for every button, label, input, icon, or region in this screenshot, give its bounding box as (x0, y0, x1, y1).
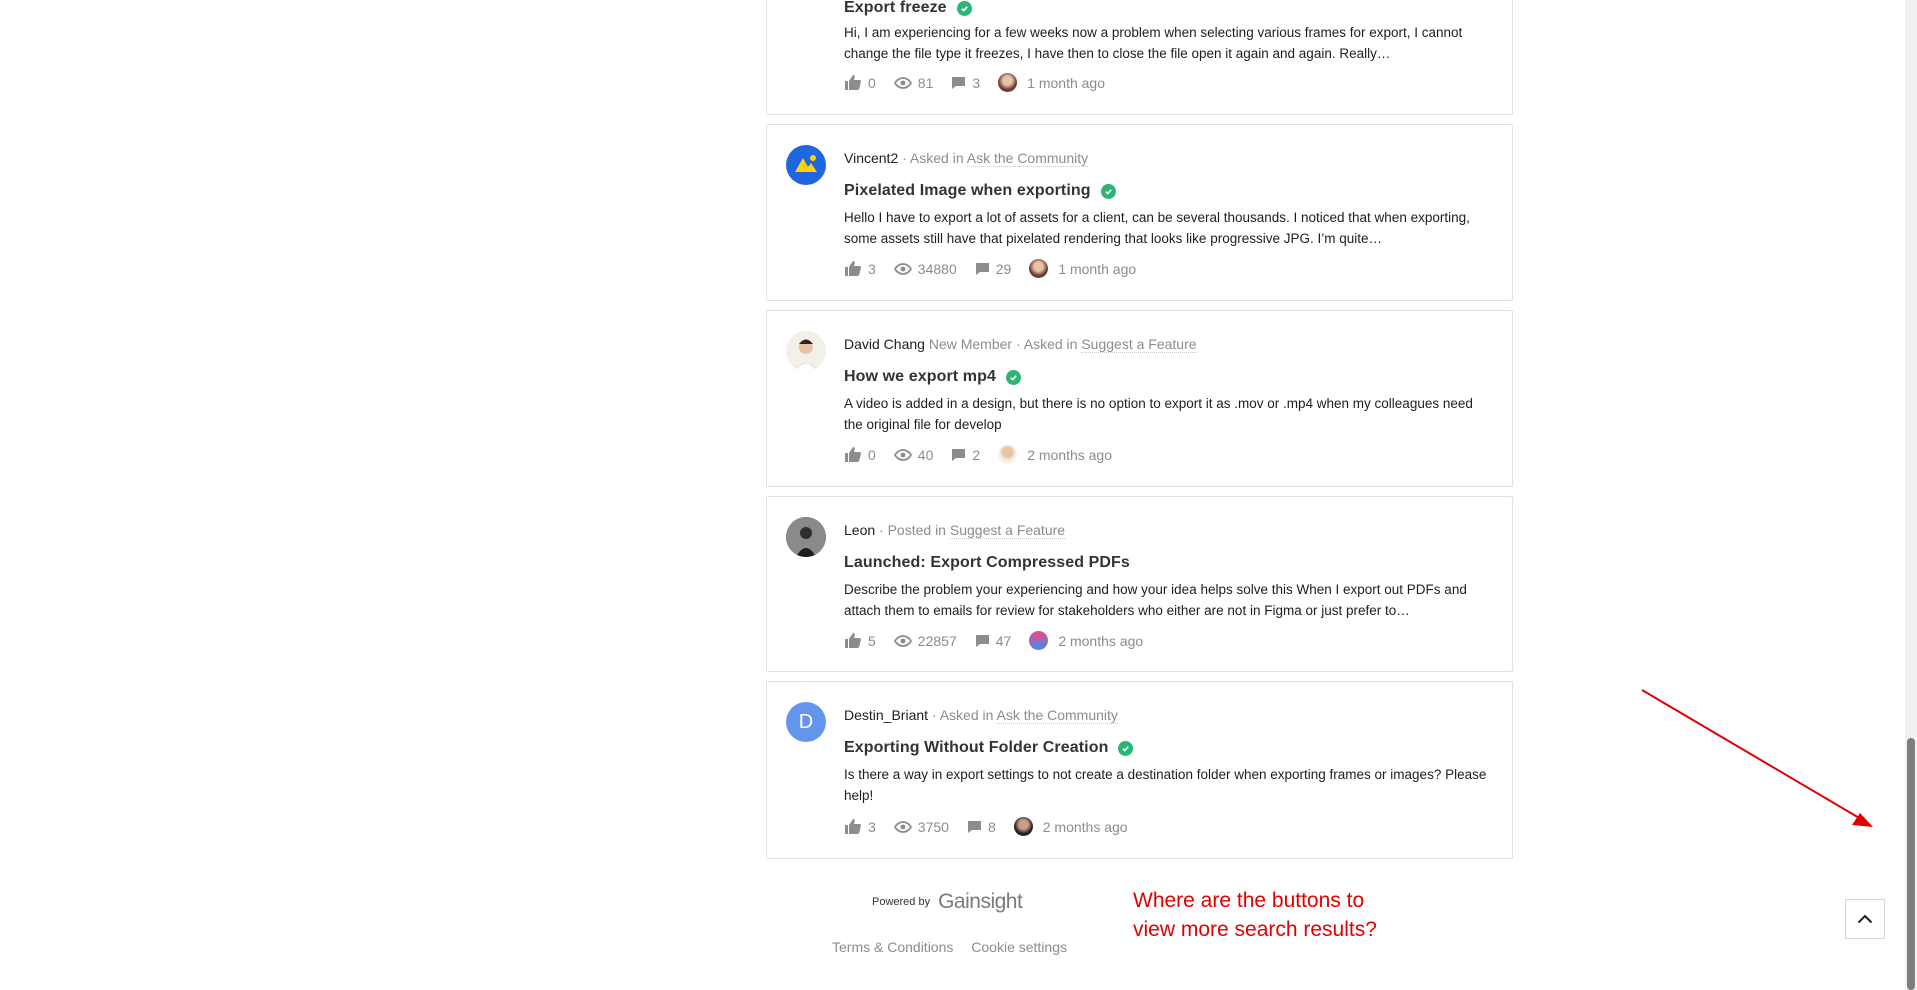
list-item[interactable]: David Chang New Member · Asked in Sugges… (766, 310, 1513, 487)
eye-icon (893, 262, 912, 275)
post-title[interactable]: Launched: Export Compressed PDFs (844, 554, 1130, 572)
post-stats: 3 34880 29 1 month ago (844, 259, 1136, 278)
solved-checkmark-icon (1100, 183, 1116, 199)
comment-icon (967, 820, 981, 833)
likes-stat[interactable]: 3 (844, 818, 876, 835)
post-meta: Vincent2 · Asked in Ask the Community (844, 150, 1089, 167)
chevron-up-icon (1857, 914, 1873, 924)
author-name[interactable]: Destin_Briant (844, 707, 928, 723)
views-stat: 22857 (893, 633, 957, 649)
post-meta: David Chang New Member · Asked in Sugges… (844, 336, 1197, 353)
eye-icon (893, 820, 912, 833)
footer-links: Terms & Conditions Cookie settings (832, 939, 1081, 955)
views-stat: 40 (893, 447, 933, 463)
views-stat: 34880 (893, 261, 957, 277)
scrollbar[interactable] (1905, 0, 1917, 990)
likes-stat[interactable]: 5 (844, 632, 876, 649)
author-avatar[interactable] (786, 331, 826, 371)
comments-stat: 2 (951, 447, 980, 463)
eye-icon (893, 634, 912, 647)
post-meta: Leon · Posted in Suggest a Feature (844, 522, 1066, 539)
post-time: 1 month ago (1027, 74, 1106, 91)
cookie-settings-link[interactable]: Cookie settings (971, 939, 1067, 955)
post-excerpt: A video is added in a design, but there … (844, 396, 1473, 432)
post-meta: Destin_Briant · Asked in Ask the Communi… (844, 707, 1118, 724)
eye-icon (893, 76, 912, 89)
comments-stat: 29 (975, 261, 1011, 277)
post-stats: 0 81 3 1 month ago (844, 73, 1105, 92)
thumbs-up-icon (845, 819, 861, 834)
solved-checkmark-icon (1005, 369, 1021, 385)
powered-by[interactable]: Powered by Gainsight (872, 890, 1023, 914)
views-stat: 3750 (893, 819, 949, 835)
thumbs-up-icon (845, 633, 861, 648)
post-stats: 5 22857 47 2 months ago (844, 631, 1143, 650)
thumbs-up-icon (845, 261, 861, 276)
author-name[interactable]: Leon (844, 522, 875, 538)
solved-checkmark-icon (956, 0, 972, 16)
avatar-letter: D (798, 710, 814, 733)
last-reply-avatar[interactable] (998, 445, 1018, 464)
last-reply-avatar[interactable] (1029, 631, 1049, 650)
list-item[interactable]: Leon · Posted in Suggest a Feature Launc… (766, 496, 1513, 672)
post-excerpt: Describe the problem your experiencing a… (844, 582, 1467, 618)
post-title[interactable]: Exporting Without Folder Creation (844, 739, 1108, 757)
gainsight-logo[interactable]: Gainsight (938, 890, 1023, 914)
comment-icon (975, 634, 989, 647)
comment-icon (975, 262, 989, 275)
post-title[interactable]: Export freeze (844, 0, 947, 17)
thumbs-up-icon (845, 75, 861, 90)
thumbs-up-icon (845, 447, 861, 462)
likes-stat[interactable]: 3 (844, 260, 876, 277)
post-stats: 3 3750 8 2 months ago (844, 817, 1128, 836)
back-to-top-button[interactable] (1845, 899, 1885, 939)
post-title[interactable]: How we export mp4 (844, 368, 996, 386)
last-reply-avatar[interactable] (1013, 817, 1033, 836)
terms-link[interactable]: Terms & Conditions (832, 939, 953, 955)
post-time: 1 month ago (1058, 260, 1137, 277)
annotation-note: Where are the buttons to view more searc… (1133, 889, 1377, 941)
solved-checkmark-icon (1118, 740, 1134, 756)
post-title[interactable]: Pixelated Image when exporting (844, 182, 1091, 200)
author-name[interactable]: David Chang (844, 336, 925, 352)
likes-stat[interactable]: 0 (844, 446, 876, 463)
category-link[interactable]: Ask the Community (996, 707, 1118, 724)
post-stats: 0 40 2 2 months ago (844, 445, 1112, 464)
member-badge: New Member (928, 336, 1013, 352)
last-reply-avatar[interactable] (998, 73, 1018, 92)
comments-stat: 47 (975, 633, 1011, 649)
author-avatar[interactable] (786, 517, 826, 557)
scrollbar-thumb[interactable] (1907, 738, 1915, 990)
comments-stat: 3 (951, 75, 980, 91)
list-item[interactable]: Export freeze Hi, I am experiencing for … (766, 0, 1513, 115)
list-item[interactable]: D Destin_Briant · Asked in Ask the Commu… (766, 681, 1513, 859)
list-item[interactable]: Vincent2 · Asked in Ask the Community Pi… (766, 124, 1513, 301)
comment-icon (952, 76, 966, 89)
category-link[interactable]: Suggest a Feature (1081, 336, 1197, 353)
post-time: 2 months ago (1058, 632, 1144, 649)
post-time: 2 months ago (1042, 818, 1128, 835)
post-excerpt: Hi, I am experiencing for a few weeks no… (844, 25, 1463, 61)
author-name[interactable]: Vincent2 (844, 150, 898, 166)
category-link[interactable]: Ask the Community (966, 150, 1089, 167)
views-stat: 81 (893, 75, 933, 91)
post-time: 2 months ago (1027, 446, 1113, 463)
author-avatar[interactable] (786, 145, 826, 185)
comments-stat: 8 (967, 819, 996, 835)
post-excerpt: Hello I have to export a lot of assets f… (844, 210, 1470, 246)
last-reply-avatar[interactable] (1029, 259, 1049, 278)
powered-by-label: Powered by (872, 896, 931, 908)
eye-icon (893, 448, 912, 461)
comment-icon (952, 448, 966, 461)
post-excerpt: Is there a way in export settings to not… (844, 767, 1487, 803)
category-link[interactable]: Suggest a Feature (949, 522, 1066, 539)
author-avatar[interactable]: D (786, 702, 826, 742)
likes-stat[interactable]: 0 (844, 74, 876, 91)
